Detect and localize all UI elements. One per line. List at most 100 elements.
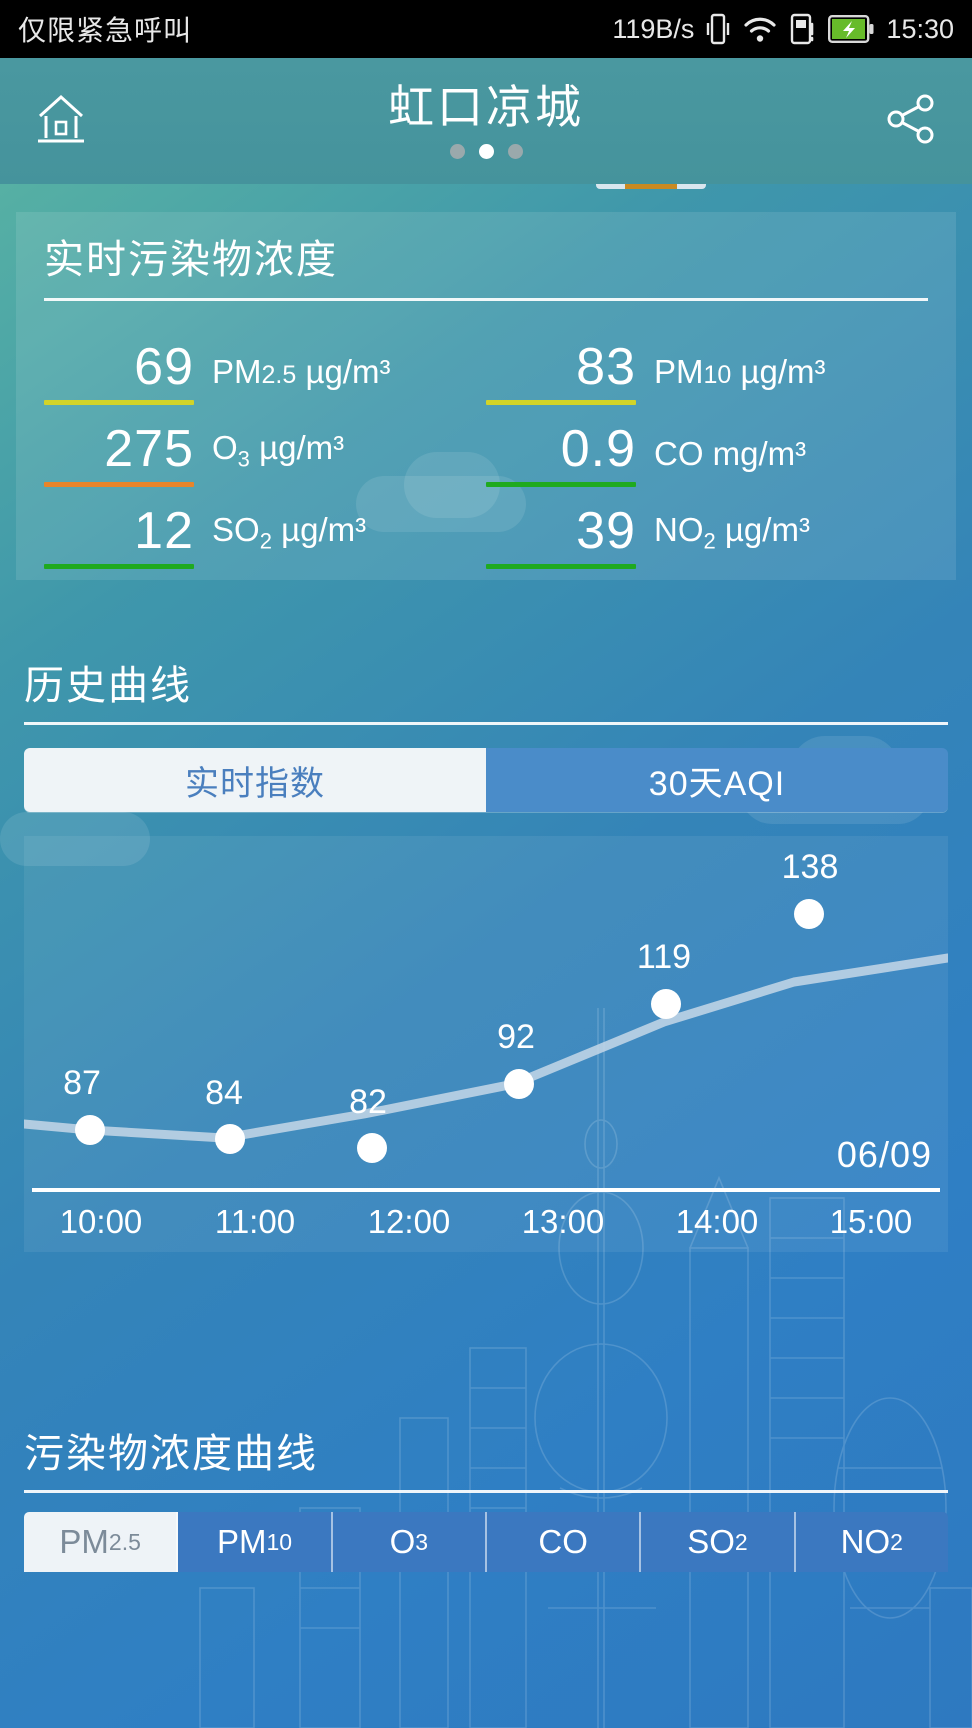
clock-label: 15:30 bbox=[886, 13, 954, 44]
data-point-label: 92 bbox=[497, 1018, 535, 1056]
pollutant-item-no2: 39 NO2 µg/m³ bbox=[486, 479, 928, 569]
pollutant-level-bar bbox=[486, 400, 636, 405]
tab-label: PM bbox=[59, 1523, 109, 1560]
pollutant-unit: µg/m³ bbox=[740, 353, 826, 390]
pollutant-card-title: 实时污染物浓度 bbox=[44, 238, 338, 282]
status-bar: 仅限紧急呼叫 119B/s 15:30 bbox=[0, 0, 972, 58]
pollutant-label: PM10 µg/m³ bbox=[654, 353, 826, 397]
pollutant-sub: 3 bbox=[237, 447, 250, 472]
pollutant-value-wrap: 39 bbox=[486, 502, 636, 569]
tab-label: O bbox=[389, 1523, 416, 1560]
pollutant-value-wrap: 275 bbox=[44, 423, 194, 487]
pollutant-column-left: 69 PM2.5 µg/m³ 275 O3 µg/m³ 12 SO2 µg/m³ bbox=[44, 315, 486, 569]
x-tick-label: 13:00 bbox=[521, 1203, 605, 1240]
pollutant-value: 12 bbox=[134, 502, 194, 560]
pollutant-curve-title: 污染物浓度曲线 bbox=[24, 1432, 318, 1476]
segment-realtime-index[interactable]: 实时指数 bbox=[24, 748, 486, 812]
data-point-label: 138 bbox=[782, 848, 839, 886]
tab-sub: 10 bbox=[266, 1528, 293, 1555]
history-segmented-control[interactable]: 实时指数 30天AQI bbox=[24, 748, 948, 812]
tab-sub: 2.5 bbox=[108, 1528, 141, 1555]
page-title: 虹口凉城 bbox=[388, 80, 584, 133]
pollutant-label: NO2 µg/m³ bbox=[654, 511, 810, 561]
history-line-chart[interactable]: 87 84 82 92 119 138 06/09 10:00 11:00 12… bbox=[24, 836, 948, 1252]
pollutant-label: PM2.5 µg/m³ bbox=[212, 353, 390, 397]
network-speed-label: 119B/s bbox=[612, 13, 695, 44]
pollutant-name: PM bbox=[212, 353, 262, 390]
pollutant-level-bar bbox=[44, 482, 194, 487]
pollutant-name: CO bbox=[654, 435, 704, 472]
tab-o3[interactable]: O3 bbox=[332, 1512, 487, 1572]
app-header: 虹口凉城 bbox=[0, 58, 972, 184]
pollutant-name: NO bbox=[654, 511, 704, 549]
pollutant-value: 69 bbox=[134, 338, 194, 396]
divider bbox=[24, 722, 948, 725]
pollutant-item-so2: 12 SO2 µg/m³ bbox=[44, 479, 486, 569]
pollutant-unit: µg/m³ bbox=[259, 429, 345, 467]
tab-pm25[interactable]: PM 2.5 bbox=[24, 1512, 179, 1572]
pollutant-label: CO mg/m³ bbox=[654, 435, 806, 479]
tab-sub: 2 bbox=[734, 1528, 748, 1555]
pollutant-level-bar bbox=[486, 564, 636, 569]
chart-x-axis: 10:00 11:00 12:00 13:00 14:00 15:00 bbox=[24, 1196, 948, 1248]
page-dot[interactable] bbox=[449, 143, 465, 159]
pollutant-sub: 2 bbox=[703, 529, 716, 554]
tab-so2[interactable]: SO 2 bbox=[641, 1512, 796, 1572]
pollutant-tab-bar[interactable]: PM 2.5 PM 10 O3 CO SO 2 NO 2 bbox=[24, 1512, 948, 1572]
pollutant-item-pm10: 83 PM10 µg/m³ bbox=[486, 315, 928, 405]
x-tick-label: 15:00 bbox=[829, 1203, 913, 1240]
wifi-icon bbox=[742, 14, 778, 44]
page-dot-active[interactable] bbox=[478, 143, 494, 159]
x-tick-label: 10:00 bbox=[59, 1203, 143, 1240]
tab-label: SO bbox=[687, 1523, 735, 1560]
pollutant-sub: 10 bbox=[703, 361, 732, 389]
history-section-header: 历史曲线 bbox=[24, 664, 948, 725]
scroll-content[interactable]: 实时污染物浓度 69 PM2.5 µg/m³ 275 O3 µg/m³ 12 S… bbox=[0, 184, 972, 1728]
page-indicator bbox=[449, 143, 523, 159]
tab-co[interactable]: CO bbox=[486, 1512, 642, 1572]
pollutant-label: O3 µg/m³ bbox=[212, 429, 344, 479]
pollutant-concentration-card: 实时污染物浓度 69 PM2.5 µg/m³ 275 O3 µg/m³ 12 S… bbox=[16, 212, 956, 580]
tab-sub: 3 bbox=[415, 1528, 429, 1555]
pollutant-level-bar bbox=[44, 564, 194, 569]
pollutant-value-wrap: 12 bbox=[44, 502, 194, 569]
data-point-label: 87 bbox=[63, 1064, 101, 1102]
data-point-label: 119 bbox=[637, 938, 691, 976]
pollutant-level-bar bbox=[44, 400, 194, 405]
tab-label: CO bbox=[538, 1523, 588, 1560]
pollutant-sub: 2 bbox=[259, 529, 272, 554]
pollutant-curve-section-header: 污染物浓度曲线 bbox=[24, 1432, 948, 1493]
x-tick-label: 14:00 bbox=[675, 1203, 759, 1240]
pollutant-level-bar bbox=[486, 482, 636, 487]
vibrate-icon bbox=[706, 12, 730, 46]
tab-pm10[interactable]: PM 10 bbox=[178, 1512, 333, 1572]
tab-label: NO bbox=[840, 1523, 891, 1560]
tab-sub: 2 bbox=[890, 1528, 903, 1555]
x-tick-label: 12:00 bbox=[367, 1203, 451, 1240]
page-dot[interactable] bbox=[507, 143, 523, 159]
data-point-label: 82 bbox=[349, 1083, 387, 1121]
sim-warning-icon bbox=[790, 12, 816, 46]
share-icon bbox=[882, 90, 940, 153]
pollutant-item-pm25: 69 PM2.5 µg/m³ bbox=[44, 315, 486, 405]
pollutant-unit: µg/m³ bbox=[281, 511, 367, 549]
pollutant-label: SO2 µg/m³ bbox=[212, 511, 366, 561]
x-tick-label: 11:00 bbox=[214, 1203, 296, 1240]
pollutant-sub: 2.5 bbox=[261, 361, 297, 389]
share-button[interactable] bbox=[876, 86, 946, 156]
divider bbox=[44, 298, 928, 301]
pollutant-unit: mg/m³ bbox=[712, 435, 807, 472]
tab-label: PM bbox=[216, 1523, 267, 1560]
chart-date-label: 06/09 bbox=[836, 1134, 932, 1175]
pollutant-value: 39 bbox=[576, 502, 636, 560]
tab-no2[interactable]: NO 2 bbox=[795, 1512, 948, 1572]
home-button[interactable] bbox=[26, 86, 96, 156]
pollutant-unit: µg/m³ bbox=[724, 511, 810, 549]
pollutant-column-right: 83 PM10 µg/m³ 0.9 CO mg/m³ 39 NO2 µg/m³ bbox=[486, 315, 928, 569]
pollutant-name: O bbox=[212, 429, 238, 467]
pollutant-name: PM bbox=[654, 353, 704, 390]
divider bbox=[24, 1490, 948, 1493]
segment-30day-aqi[interactable]: 30天AQI bbox=[486, 748, 948, 812]
pollutant-grid: 69 PM2.5 µg/m³ 275 O3 µg/m³ 12 SO2 µg/m³… bbox=[44, 315, 928, 569]
chart-axis-line bbox=[32, 1188, 940, 1192]
